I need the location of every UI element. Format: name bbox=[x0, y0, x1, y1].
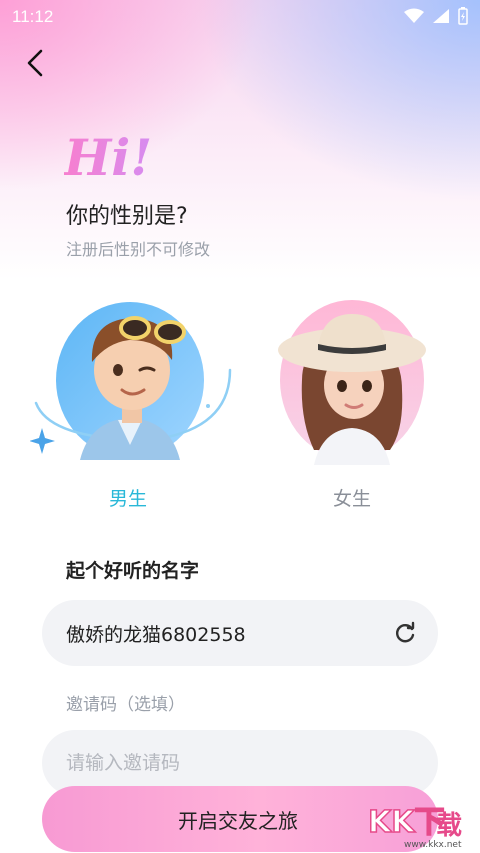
female-option[interactable] bbox=[272, 300, 432, 465]
female-label[interactable]: 女生 bbox=[333, 484, 371, 511]
nickname-field[interactable]: 傲娇的龙猫6802558 bbox=[42, 600, 438, 666]
start-button-label: 开启交友之旅 bbox=[178, 810, 298, 833]
refresh-icon[interactable] bbox=[392, 620, 418, 646]
battery-icon bbox=[458, 7, 468, 25]
greeting-title: Hi! bbox=[64, 128, 153, 187]
status-bar: 11:12 bbox=[0, 0, 480, 34]
invite-code-label: 邀请码（选填） bbox=[66, 695, 185, 715]
nickname-value: 傲娇的龙猫6802558 bbox=[66, 624, 246, 646]
gender-question: 你的性别是? bbox=[66, 204, 188, 229]
chevron-left-icon bbox=[27, 49, 43, 77]
status-time: 11:12 bbox=[12, 7, 54, 26]
svg-text:KK下: KK下 bbox=[368, 805, 445, 840]
svg-text:www.kkx.net: www.kkx.net bbox=[404, 840, 462, 850]
male-option[interactable] bbox=[29, 300, 240, 465]
female-avatar-image bbox=[278, 300, 426, 465]
svg-text:载: 载 bbox=[436, 811, 462, 841]
name-section-title: 起个好听的名字 bbox=[66, 560, 200, 582]
gender-hint: 注册后性别不可修改 bbox=[66, 240, 211, 259]
male-avatar-image bbox=[29, 302, 232, 460]
kkx-watermark-logo: KK下 载 www.kkx.net bbox=[367, 804, 462, 850]
signal-icon bbox=[433, 9, 449, 23]
back-button[interactable] bbox=[20, 48, 50, 78]
wifi-icon bbox=[404, 8, 424, 23]
male-label[interactable]: 男生 bbox=[109, 484, 147, 511]
